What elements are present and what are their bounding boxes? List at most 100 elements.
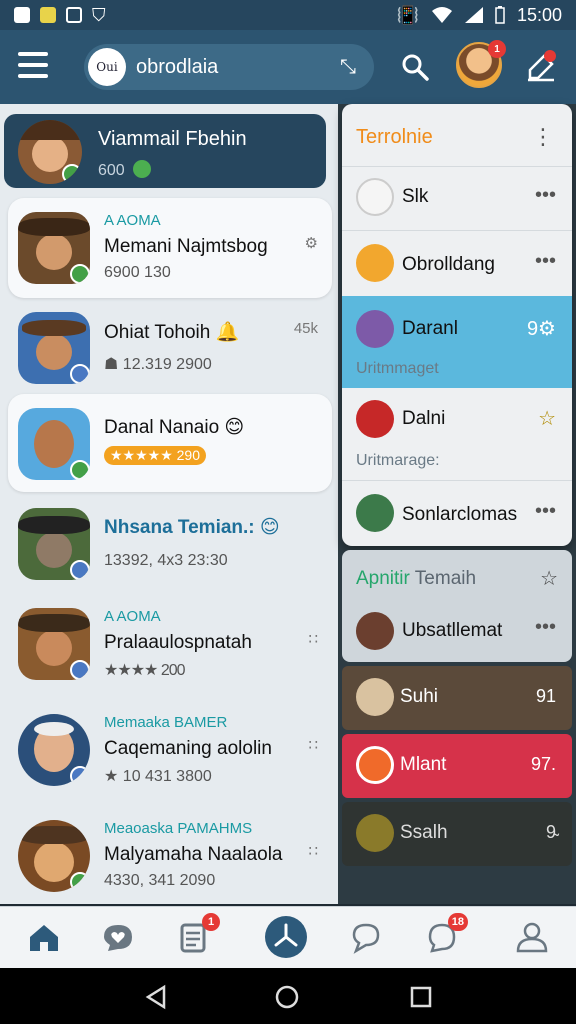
profile-name: Viammail Fbehin — [98, 128, 247, 150]
list-item[interactable]: Suhi 91 — [342, 666, 572, 730]
row-label: Mlant — [400, 754, 447, 775]
settings-icon[interactable]: 9⚙ — [527, 316, 556, 341]
more-icon[interactable]: ∷ — [308, 842, 318, 860]
menu-item[interactable]: Obrolldang ••• — [342, 230, 572, 296]
more-icon[interactable]: ••• — [535, 250, 556, 273]
back-icon[interactable] — [144, 984, 170, 1010]
home-circle-icon[interactable] — [274, 984, 300, 1010]
recents-icon[interactable] — [408, 984, 434, 1010]
more-icon[interactable]: ∷ — [308, 736, 318, 754]
menu-avatar — [356, 612, 394, 650]
bottom-navigation: 1 18 — [0, 906, 576, 968]
compose-icon[interactable] — [526, 50, 556, 82]
menu-item-label: Obrolldang — [402, 254, 495, 275]
menu-item[interactable]: Dalni ☆ Uritmarage: — [342, 394, 572, 478]
notification-c-icon — [66, 7, 82, 23]
star-outline-icon[interactable]: ☆ — [540, 566, 558, 591]
more-icon[interactable]: ••• — [535, 616, 556, 639]
menu-item[interactable]: Sonlarclomas ••• — [342, 480, 572, 546]
conversation-rating: ★★★★ 200 — [104, 662, 186, 679]
conversation-name: Caqemaning aololin — [104, 738, 272, 759]
conversation-meta: 4330, 341 2090 — [104, 872, 216, 889]
online-status-icon — [70, 560, 90, 580]
shield-icon: ⛉ — [92, 4, 106, 25]
system-navigation-bar — [0, 968, 576, 1024]
profile-card[interactable]: Viammail Fbehin 600 — [4, 114, 326, 188]
conversation-meta: 13392, 4x3 23:30 — [104, 552, 228, 569]
conversation-meta: ★ 10 431 3800 — [104, 768, 212, 785]
notifications-icon[interactable]: 18 — [422, 913, 468, 957]
status-left-icons: ⛉ — [14, 5, 106, 26]
notification-a-icon — [14, 7, 30, 23]
list-item[interactable]: A AOMA Pralaaulospnatah ★★★★ 200 ∷ — [8, 594, 332, 694]
more-icon[interactable]: ••• — [535, 184, 556, 207]
hamburger-menu-icon[interactable] — [18, 52, 48, 78]
row-label: Ssalh — [400, 822, 448, 843]
chat-heart-icon[interactable] — [98, 917, 138, 957]
menu-avatar — [356, 244, 394, 282]
row-label: Suhi — [400, 686, 439, 707]
list-badge: 1 — [202, 913, 220, 931]
menu-item-sub: Uritmmaget — [356, 360, 439, 377]
list-item[interactable]: Memaaka BAMER Caqemaning aololin ★ 10 43… — [8, 700, 332, 800]
list-item[interactable]: Mlant 97. — [342, 734, 572, 798]
search-bar[interactable]: Oui obrodlaia ⤡ — [84, 44, 374, 90]
user-avatar[interactable]: 1 — [456, 40, 506, 88]
row-count: 91 — [535, 686, 556, 706]
online-status-icon — [70, 660, 90, 680]
more-vertical-icon[interactable]: ⋮ — [532, 124, 554, 150]
menu-item-sub: Uritmarage: — [356, 452, 440, 469]
app-bar: Oui obrodlaia ⤡ 1 — [0, 30, 576, 104]
online-status-icon — [70, 872, 90, 892]
conversation-panel: Viammail Fbehin 600 A AOMA Memani Najmts… — [0, 104, 340, 904]
conversation-count: 45k — [293, 320, 318, 337]
contact-avatar — [18, 820, 90, 892]
conversation-tag: A AOMA — [104, 608, 161, 625]
search-logo: Oui — [88, 48, 126, 86]
list-item[interactable]: A AOMA Memani Najmtsbog 6900 130 ⚙ — [8, 198, 332, 298]
star-icon[interactable]: ☆ — [538, 406, 556, 431]
battery-icon — [495, 6, 505, 24]
home-icon[interactable] — [24, 917, 64, 957]
rating-badge: ★★★★★ 290 — [104, 446, 207, 465]
conversation-name: Danal Nanaio 😊 — [104, 417, 245, 438]
message-icon[interactable] — [346, 917, 386, 957]
list-item[interactable]: Meaoaska PAMAHMS Malyamaha Naalaola 4330… — [8, 806, 332, 906]
close-icon[interactable]: ⤡ — [340, 56, 356, 79]
list-item[interactable]: Ohiat Tohoih 🔔 ☗ 12.319 2900 45k — [8, 298, 332, 398]
more-icon[interactable]: ∷ — [308, 630, 318, 648]
contact-avatar — [18, 508, 90, 580]
list-item[interactable]: Ssalh 9̴ — [342, 802, 572, 866]
list-item[interactable]: Danal Nanaio 😊 ★★★★★ 290 — [8, 394, 332, 492]
online-status-icon — [70, 460, 90, 480]
avatar-badge: 1 — [488, 40, 506, 58]
conversation-name: Memani Najmtsbog — [104, 236, 268, 257]
section-item-label: Ubsatllemat — [402, 620, 503, 641]
conversation-tag: Meaoaska PAMAHMS — [104, 820, 253, 837]
conversation-meta: 6900 130 — [104, 264, 171, 281]
more-icon[interactable]: ••• — [535, 500, 556, 523]
status-right-icons: 📳 15:00 — [397, 5, 562, 26]
hub-icon[interactable] — [264, 915, 308, 959]
menu-avatar — [356, 746, 394, 784]
profile-icon[interactable] — [512, 917, 552, 957]
menu-avatar — [356, 494, 394, 532]
menu-item-label: Daranl — [402, 318, 458, 339]
search-icon[interactable] — [400, 52, 430, 82]
vibrate-icon: 📳 — [396, 4, 419, 25]
conversation-tag: Memaaka BAMER — [104, 714, 228, 731]
list-icon[interactable]: 1 — [174, 913, 220, 957]
coin-icon — [132, 160, 151, 178]
menu-item-label: Slk — [402, 186, 429, 207]
list-item[interactable]: Nhsana Temian.: 😊 13392, 4x3 23:30 — [8, 494, 332, 594]
menu-avatar — [356, 678, 394, 716]
row-count: 9̴ — [545, 822, 556, 842]
settings-icon[interactable]: ⚙ — [305, 234, 318, 252]
online-status-icon — [62, 164, 82, 184]
online-status-icon — [70, 264, 90, 284]
search-input[interactable]: obrodlaia — [136, 56, 218, 79]
menu-item[interactable]: Slk ••• — [342, 166, 572, 230]
menu-item-active[interactable]: Daranl 9⚙ Uritmmaget — [342, 296, 572, 388]
context-menu: Terrolnie ⋮ Slk ••• Obrolldang ••• Daran… — [342, 104, 572, 546]
context-menu-panel: Terrolnie ⋮ Slk ••• Obrolldang ••• Daran… — [338, 104, 576, 904]
